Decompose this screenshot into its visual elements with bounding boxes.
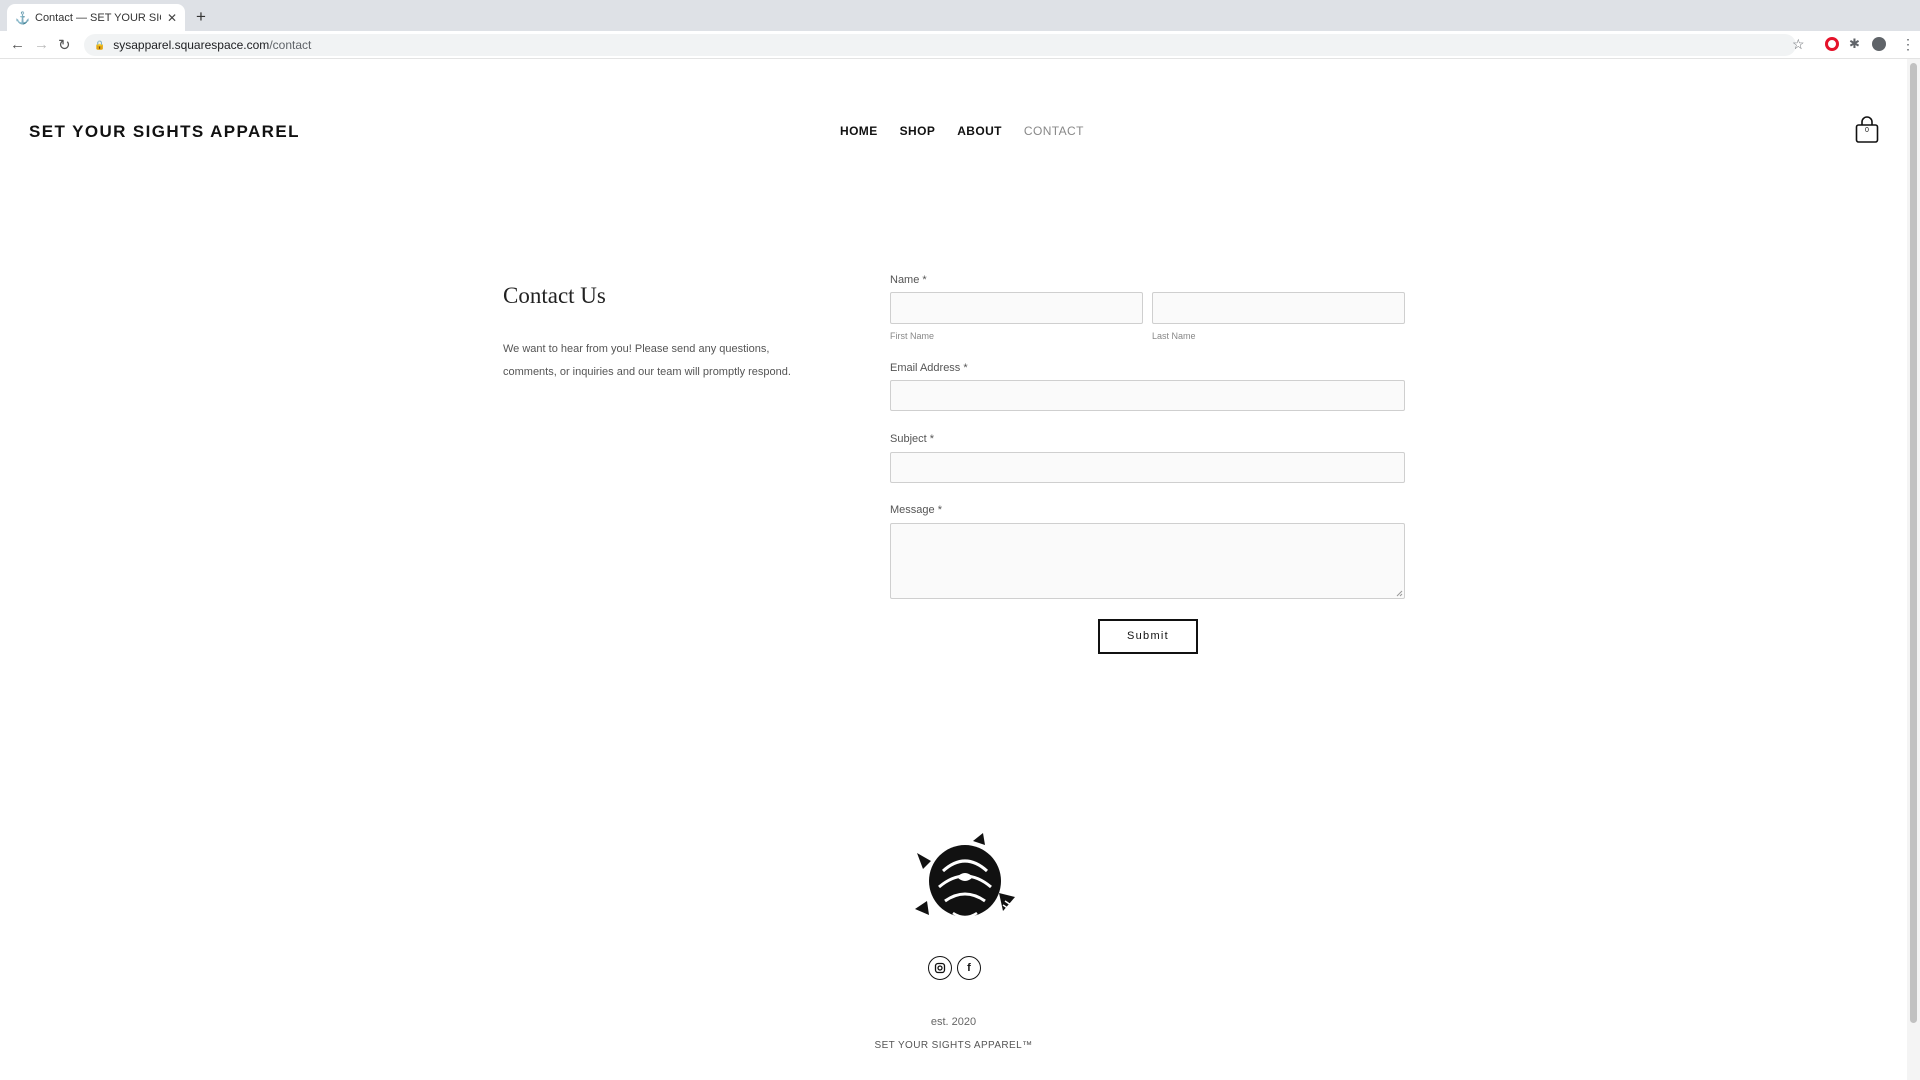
- last-name-input[interactable]: [1152, 292, 1405, 324]
- tab-title: Contact — SET YOUR SIGHTS: [35, 11, 161, 24]
- facebook-icon[interactable]: f: [957, 956, 981, 980]
- nav-shop[interactable]: SHOP: [900, 124, 936, 138]
- message-label-text: Message: [890, 504, 935, 516]
- name-label-text: Name: [890, 274, 920, 286]
- anchor-icon: ⚓: [15, 10, 30, 25]
- browser-tab[interactable]: ⚓ Contact — SET YOUR SIGHTS ✕: [7, 4, 185, 31]
- first-name-caption: First Name: [890, 331, 935, 341]
- url-domain: sysapparel.squarespace.com: [113, 38, 270, 52]
- scrollbar-thumb[interactable]: [1910, 63, 1917, 1023]
- footer-established: est. 2020: [930, 1016, 977, 1028]
- site-logo-text[interactable]: SET YOUR SIGHTS APPAREL: [29, 122, 300, 142]
- submit-button[interactable]: Submit: [1098, 619, 1198, 654]
- cart-count: 0: [1865, 127, 1869, 134]
- browser-toolbar: ← → ↻ 🔒 sysapparel.squarespace.com/conta…: [0, 31, 1920, 59]
- required-mark: *: [963, 362, 968, 374]
- reload-icon[interactable]: ↻: [58, 36, 71, 54]
- required-mark: *: [922, 274, 927, 286]
- close-tab-icon[interactable]: ✕: [167, 11, 177, 25]
- profile-avatar-icon[interactable]: [1872, 37, 1886, 51]
- footer-brand: SET YOUR SIGHTS APPAREL™: [874, 1040, 1033, 1051]
- page-scrollbar[interactable]: [1907, 59, 1920, 1080]
- subject-label: Subject *: [890, 433, 934, 445]
- required-mark: *: [937, 504, 942, 516]
- cart-bag-icon[interactable]: 0: [1855, 116, 1879, 144]
- resize-handle-icon[interactable]: [1396, 590, 1403, 597]
- back-icon[interactable]: ←: [10, 36, 25, 53]
- first-name-input[interactable]: [890, 292, 1143, 324]
- page-title: Contact Us: [503, 283, 606, 308]
- contact-description: We want to hear from you! Please send an…: [503, 343, 791, 378]
- message-label: Message *: [890, 504, 942, 516]
- nav-home[interactable]: HOME: [840, 124, 878, 138]
- browser-tab-strip: ⚓ Contact — SET YOUR SIGHTS ✕ +: [0, 0, 1920, 31]
- email-input[interactable]: [890, 380, 1405, 411]
- address-bar[interactable]: 🔒 sysapparel.squarespace.com/contact: [84, 34, 1796, 56]
- subject-label-text: Subject: [890, 433, 927, 445]
- forward-icon[interactable]: →: [34, 36, 49, 53]
- bookmark-star-icon[interactable]: ☆: [1792, 36, 1805, 53]
- main-navigation: HOME SHOP ABOUT CONTACT: [840, 124, 1084, 138]
- subject-input[interactable]: [890, 452, 1405, 483]
- email-label: Email Address *: [890, 362, 968, 374]
- name-label: Name *: [890, 274, 927, 286]
- email-label-text: Email Address: [890, 362, 961, 374]
- nav-about[interactable]: ABOUT: [957, 124, 1002, 138]
- required-mark: *: [929, 433, 935, 445]
- message-textarea[interactable]: [890, 523, 1405, 599]
- rose-logo: [913, 831, 1019, 931]
- opera-extension-icon[interactable]: [1825, 37, 1839, 51]
- instagram-icon[interactable]: [928, 956, 952, 980]
- last-name-caption: Last Name: [1152, 331, 1196, 341]
- nav-contact[interactable]: CONTACT: [1024, 124, 1084, 138]
- lock-icon: 🔒: [94, 39, 106, 50]
- extensions-puzzle-icon[interactable]: ✱: [1849, 36, 1863, 51]
- new-tab-button[interactable]: +: [196, 7, 206, 27]
- browser-menu-icon[interactable]: ⋮: [1901, 36, 1915, 53]
- url-path: /contact: [269, 38, 312, 52]
